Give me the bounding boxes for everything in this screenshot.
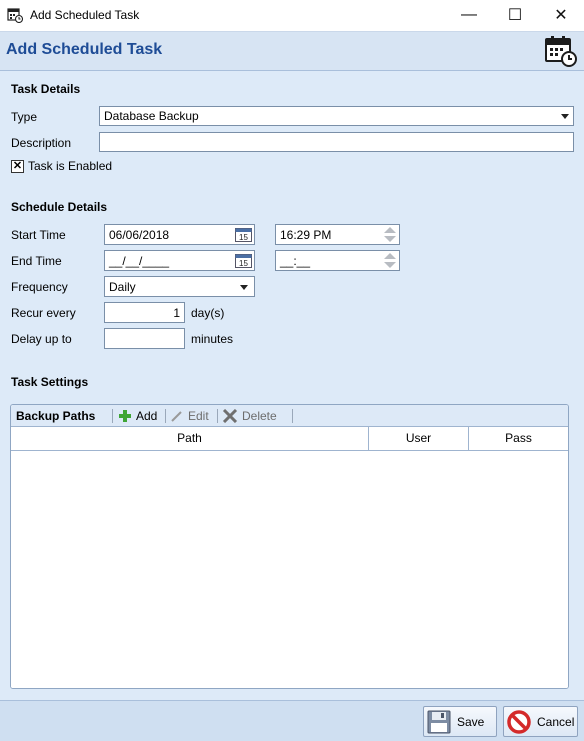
schedule-details-heading: Schedule Details (11, 200, 108, 214)
start-time-field[interactable]: 16:29 PM (275, 224, 400, 245)
schedule-calendar-icon (545, 36, 577, 67)
window-title: Add Scheduled Task (30, 8, 140, 22)
toolbar-separator (112, 409, 113, 423)
type-select[interactable]: Database Backup (99, 106, 574, 126)
frequency-value: Daily (109, 280, 136, 294)
recur-unit-label: day(s) (191, 306, 225, 320)
chevron-down-icon (561, 114, 569, 119)
delete-path-button[interactable]: Delete (222, 407, 277, 425)
dialog-header: Add Scheduled Task (0, 31, 584, 71)
start-date-value: 06/06/2018 (109, 228, 170, 242)
grid-title: Backup Paths (16, 409, 96, 423)
task-settings-heading: Task Settings (11, 375, 89, 389)
dialog-body: Task Details Type Database Backup Descri… (0, 71, 584, 700)
start-date-field[interactable]: 06/06/2018 15 (104, 224, 255, 245)
svg-text:15: 15 (239, 259, 248, 268)
floppy-disk-icon (427, 710, 451, 733)
add-label: Add (136, 409, 158, 423)
grid-body[interactable] (11, 451, 568, 688)
description-label: Description (11, 136, 72, 150)
title-bar: Add Scheduled Task — ☐ ✕ (0, 0, 584, 31)
frequency-label: Frequency (11, 280, 68, 294)
minimize-button[interactable]: — (446, 0, 492, 30)
frequency-select[interactable]: Daily (104, 276, 255, 297)
task-details-heading: Task Details (11, 82, 81, 96)
column-header-user[interactable]: User (369, 427, 469, 450)
grid-header: Path User Pass (11, 427, 568, 451)
delete-label: Delete (242, 409, 277, 423)
time-spinner[interactable] (383, 252, 397, 269)
time-spinner[interactable] (383, 226, 397, 243)
add-path-button[interactable]: Add (118, 407, 157, 425)
start-time-value: 16:29 PM (280, 228, 332, 242)
grid-toolbar: Backup Paths Add Edit Delete (11, 405, 568, 427)
end-time-field[interactable]: __:__ (275, 250, 400, 271)
end-time-label: End Time (11, 254, 62, 268)
calendar-icon[interactable]: 15 (235, 227, 252, 242)
edit-path-button[interactable]: Edit (170, 407, 209, 425)
toolbar-separator (217, 409, 218, 423)
cancel-button[interactable]: Cancel (503, 706, 578, 737)
column-header-path[interactable]: Path (11, 427, 369, 450)
cancel-no-icon (507, 709, 531, 734)
end-date-value: __/__/____ (109, 254, 170, 268)
toolbar-separator (165, 409, 166, 423)
delay-field[interactable] (104, 328, 185, 349)
end-date-field[interactable]: __/__/____ 15 (104, 250, 255, 271)
delay-label: Delay up to (11, 332, 72, 346)
task-enabled-checkbox[interactable]: ✕ (11, 160, 24, 173)
toolbar-separator (292, 409, 293, 423)
delete-x-icon (222, 409, 238, 423)
calendar-clock-icon (7, 8, 23, 23)
end-time-value: __:__ (280, 254, 311, 268)
backup-paths-grid: Backup Paths Add Edit Delete Path User P… (10, 404, 569, 689)
description-field[interactable] (99, 132, 574, 152)
svg-text:15: 15 (239, 233, 248, 242)
add-icon (119, 410, 131, 422)
dialog-title: Add Scheduled Task (6, 41, 163, 58)
dialog-footer: Save Cancel (0, 700, 584, 741)
calendar-icon[interactable]: 15 (235, 253, 252, 268)
chevron-down-icon (240, 285, 248, 290)
cancel-label: Cancel (537, 714, 575, 729)
recur-every-field[interactable]: 1 (104, 302, 185, 323)
type-value: Database Backup (104, 109, 199, 123)
start-time-label: Start Time (11, 228, 66, 242)
edit-label: Edit (188, 409, 209, 423)
pencil-icon (171, 411, 182, 422)
delay-unit-label: minutes (191, 332, 234, 346)
save-button[interactable]: Save (423, 706, 497, 737)
save-label: Save (457, 714, 485, 729)
column-header-pass[interactable]: Pass (469, 427, 568, 450)
task-enabled-label: Task is Enabled (28, 159, 113, 173)
close-button[interactable]: ✕ (538, 0, 584, 30)
recur-every-label: Recur every (11, 306, 76, 320)
type-label: Type (11, 110, 38, 124)
maximize-button[interactable]: ☐ (492, 0, 538, 30)
